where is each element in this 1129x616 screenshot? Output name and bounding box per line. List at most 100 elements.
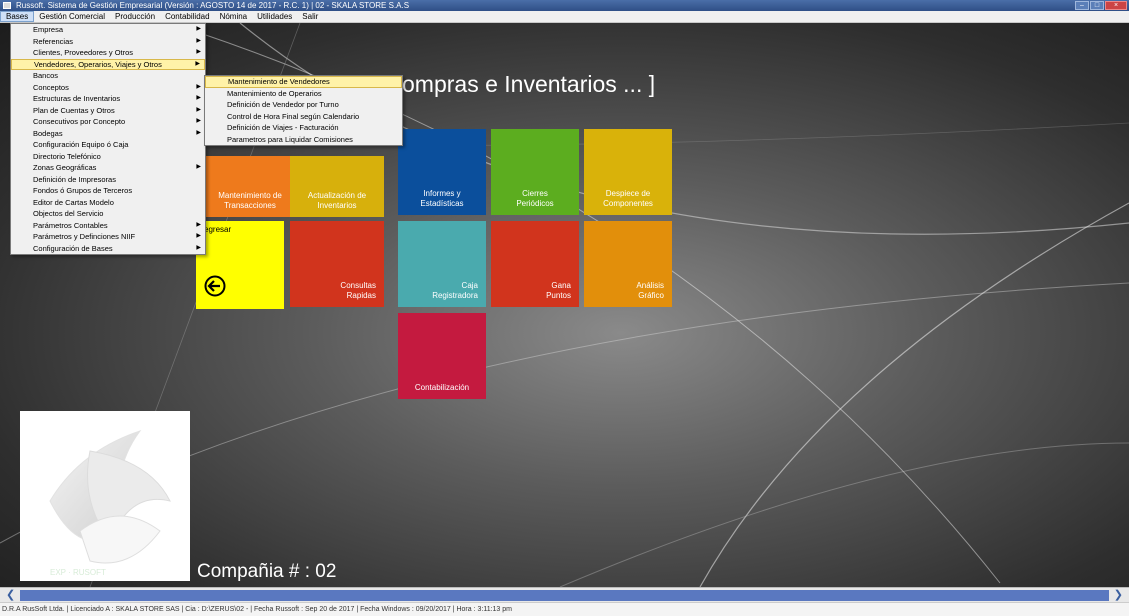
tile-label: Caja Registradora <box>432 281 478 300</box>
scroll-left-icon[interactable]: ❮ <box>6 589 20 602</box>
menu-item[interactable]: Parámetros y Definciones NIIF ▶ <box>11 231 205 243</box>
tile-label: Informes y Estadísticas <box>420 189 464 208</box>
menu-item[interactable]: Zonas Geográficas ▶ <box>11 162 205 174</box>
tile-label: Actualización de Inventarios <box>307 191 367 210</box>
menu-item[interactable]: Empresa ▶ <box>11 24 205 36</box>
submenu-item[interactable]: Definición de Viajes - Facturación <box>205 122 402 134</box>
module-heading: ompras e Inventarios ... ] <box>402 71 656 97</box>
maximize-icon[interactable]: □ <box>1090 1 1104 10</box>
menu-item-label: Fondos ó Grupos de Terceros <box>33 186 133 195</box>
close-icon[interactable]: × <box>1105 1 1127 10</box>
menu-salir[interactable]: Salir <box>297 11 323 22</box>
menu-item-label: Parámetros Contables <box>33 220 108 230</box>
menu-item[interactable]: Editor de Cartas Modelo <box>11 197 205 209</box>
menu-item-label: Configuración de Bases <box>33 243 113 253</box>
submenu-item[interactable]: Definición de Vendedor por Turno <box>205 99 402 111</box>
submenu-arrow-icon: ▶ <box>196 49 201 55</box>
minimize-icon[interactable]: – <box>1075 1 1089 10</box>
menu-item[interactable]: Fondos ó Grupos de Terceros <box>11 185 205 197</box>
menu-item[interactable]: Vendedores, Operarios, Viajes y Otros ▶ <box>11 58 205 70</box>
menu-item-label: Plan de Cuentas y Otros <box>33 105 115 115</box>
tile-informes-y[interactable]: Informes y Estadísticas <box>398 129 486 215</box>
tile-label: Consultas Rapidas <box>340 281 376 300</box>
tile-contabilización[interactable]: Contabilización <box>398 313 486 399</box>
company-number: Compañia # : 02 <box>197 561 337 582</box>
menu-contabilidad[interactable]: Contabilidad <box>160 11 214 22</box>
logo-caption: EXP · RUSOFT <box>50 568 106 577</box>
menu-item[interactable]: Estructuras de Inventarios ▶ <box>11 93 205 105</box>
menu-item[interactable]: Parámetros Contables ▶ <box>11 220 205 232</box>
menu-item[interactable]: Conceptos ▶ <box>11 82 205 94</box>
tile-mantenimiento-de[interactable]: Mantenimiento de Transacciones <box>203 156 297 217</box>
submenu-item[interactable]: Mantenimiento de Vendedores <box>205 76 402 88</box>
tile-label: Contabilización <box>414 383 470 392</box>
tile-label: Despiece de Componentes <box>603 189 653 208</box>
submenu-item[interactable]: Mantenimiento de Operarios <box>205 88 402 100</box>
menu-item[interactable]: Bodegas ▶ <box>11 128 205 140</box>
submenu-arrow-icon: ▶ <box>196 118 201 124</box>
menu-item[interactable]: Objectos del Servicio <box>11 208 205 220</box>
submenu-arrow-icon: ▶ <box>196 95 201 101</box>
window-title: Russoft. Sistema de Gestión Empresarial … <box>16 1 410 10</box>
tile-actualización-de[interactable]: Actualización de Inventarios <box>290 156 384 217</box>
menu-gestión-comercial[interactable]: Gestión Comercial <box>34 11 110 22</box>
app-icon <box>3 2 11 9</box>
menu-bases[interactable]: Bases <box>0 11 35 22</box>
menu-item-label: Consecutivos por Concepto <box>33 117 126 126</box>
menu-item-label: Directorio Telefónico <box>33 151 101 161</box>
tile-label: Cierres Periódicos <box>516 189 554 208</box>
menu-producción[interactable]: Producción <box>110 11 160 22</box>
menu-item[interactable]: Definición de Impresoras <box>11 174 205 186</box>
menu-item-label: Clientes, Proveedores y Otros <box>33 48 134 57</box>
menu-item[interactable]: Clientes, Proveedores y Otros ▶ <box>11 47 205 59</box>
scrollbar-thumb[interactable] <box>20 590 1109 601</box>
menu-item[interactable]: Referencias ▶ <box>11 36 205 48</box>
tile-consultas[interactable]: Consultas Rapidas <box>290 221 384 307</box>
menu-item[interactable]: Bancos <box>11 70 205 82</box>
horizontal-scrollbar[interactable]: ❮ ❯ <box>0 587 1129 602</box>
menu-item-label: Bodegas <box>33 128 63 138</box>
submenu-arrow-icon: ▶ <box>196 37 201 44</box>
tile-gana[interactable]: Gana Puntos <box>491 221 579 307</box>
menu-item-label: Parámetros y Definciones NIIF <box>33 232 136 241</box>
submenu-arrow-icon: ▶ <box>196 233 201 239</box>
menu-item[interactable]: Plan de Cuentas y Otros ▶ <box>11 105 205 117</box>
status-bar: D.R.A RusSoft Ltda. | Licenciado A : SKA… <box>0 602 1129 616</box>
tile-label: Análisis Gráfico <box>636 281 664 300</box>
back-tile[interactable]: egresar <box>196 221 284 309</box>
submenu-arrow-icon: ▶ <box>196 244 201 251</box>
tile-cierres[interactable]: Cierres Periódicos <box>491 129 579 215</box>
window-controls: – □ × <box>1075 0 1127 11</box>
back-tile-label: egresar <box>204 225 232 234</box>
menu-utilidades[interactable]: Utilidades <box>252 11 297 22</box>
submenu-arrow-icon: ▶ <box>196 106 201 113</box>
tile-label: Mantenimiento de Transacciones <box>218 191 282 210</box>
menu-item-label: Estructuras de Inventarios <box>33 94 121 103</box>
menu-item[interactable]: Consecutivos por Concepto ▶ <box>11 116 205 128</box>
tile-caja[interactable]: Caja Registradora <box>398 221 486 307</box>
menu-item-label: Referencias <box>33 36 74 46</box>
submenu-arrow-icon: ▶ <box>196 83 201 90</box>
tile-despiece-de[interactable]: Despiece de Componentes <box>584 129 672 215</box>
menu-item-label: Conceptos <box>33 82 69 92</box>
scroll-right-icon[interactable]: ❯ <box>1109 589 1123 602</box>
tile-análisis[interactable]: Análisis Gráfico <box>584 221 672 307</box>
submenu-item[interactable]: Control de Hora Final según Calendario <box>205 111 402 123</box>
menu-nómina[interactable]: Nómina <box>215 11 253 22</box>
menu-item[interactable]: Configuración de Bases ▶ <box>11 243 205 255</box>
menu-item[interactable]: Configuración Equipo ó Caja <box>11 139 205 151</box>
submenu-item[interactable]: Parametros para Liquidar Comisiones <box>205 134 402 146</box>
tile-label: Gana Puntos <box>546 281 571 300</box>
title-bar: Russoft. Sistema de Gestión Empresarial … <box>0 0 1129 11</box>
logo-graphic <box>49 430 171 564</box>
submenu-arrow-icon: ▶ <box>196 164 201 170</box>
bases-menu: Empresa ▶ Referencias ▶ Clientes, Proveedore… <box>10 23 206 255</box>
submenu-arrow-icon: ▶ <box>196 129 201 136</box>
menu-item-label: Bancos <box>33 71 59 80</box>
back-arrow-icon <box>204 275 226 297</box>
menu-item[interactable]: Directorio Telefónico <box>11 151 205 163</box>
menu-bar: Bases Gestión Comercial Producción Contabil… <box>0 11 1129 23</box>
menu-item-label: Configuración Equipo ó Caja <box>33 140 129 149</box>
menu-item-label: Objectos del Servicio <box>33 209 104 218</box>
submenu-arrow-icon: ▶ <box>195 60 200 67</box>
